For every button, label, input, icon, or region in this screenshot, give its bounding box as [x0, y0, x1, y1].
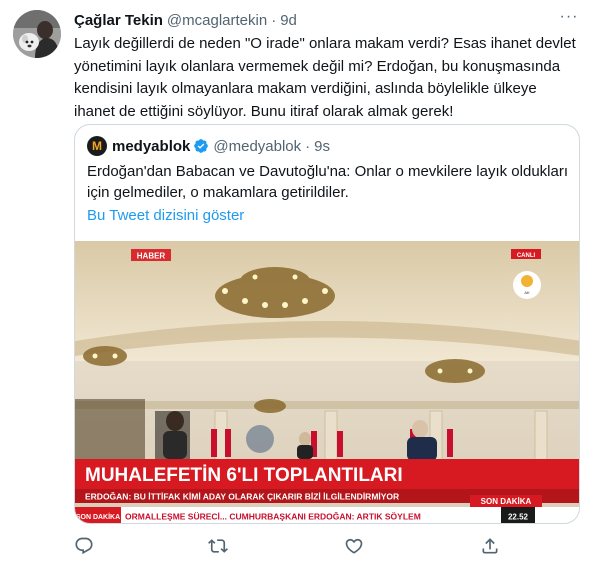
tweet-actions [74, 536, 504, 556]
tweet-header: Çağlar Tekin @mcaglartekin · 9d [74, 10, 297, 30]
reply-button[interactable] [74, 536, 94, 556]
heart-icon [345, 538, 363, 554]
quoted-tweet-header: M medyablok @medyablok · 9s [87, 136, 330, 156]
party-logo-icon: AK [524, 290, 530, 295]
share-button[interactable] [480, 536, 500, 556]
tweet-text: Layık değillerdi de neden "O irade" onla… [74, 35, 576, 120]
news-ticker: ORMALLEŞME SÜRECİ... CUMHURBAŞKANI ERDOĞ… [125, 511, 421, 522]
quoted-author-handle: @medyablok [213, 137, 302, 155]
reply-icon [75, 537, 93, 555]
news-headline: MUHALEFETİN 6'LI TOPLANTILARI [85, 465, 403, 486]
quoted-tweet[interactable]: M medyablok @medyablok · 9s Erdoğan'dan … [74, 124, 580, 524]
news-subheadline: ERDOĞAN: BU İTTİFAK KİMİ ADAY OLARAK ÇIK… [85, 491, 399, 502]
verified-badge-icon [194, 139, 209, 153]
like-button[interactable] [344, 536, 364, 556]
channel-badge: HABER [137, 252, 166, 261]
quoted-tweet-text: Erdoğan'dan Babacan ve Davutoğlu'na: Onl… [87, 163, 569, 201]
author-name[interactable]: Çağlar Tekin [74, 12, 163, 29]
avatar[interactable] [13, 10, 61, 58]
ticker-tag: SON DAKİKA [76, 513, 120, 521]
broadcast-clock: 22.52 [508, 513, 529, 522]
quoted-tweet-time: 9s [314, 137, 330, 155]
more-icon[interactable]: ··· [559, 9, 579, 30]
share-icon [482, 538, 498, 554]
show-thread-link[interactable]: Bu Tweet dizisini göster [87, 207, 244, 224]
separator-dot: · [271, 11, 277, 29]
retweet-button[interactable] [208, 536, 228, 556]
quoted-author-name: medyablok [112, 137, 191, 155]
live-badge: CANLI [517, 253, 536, 259]
news-broadcast-image: AK HABER CANLI MUHALEFETİN 6'LI TOPLANTI… [75, 241, 579, 523]
tweet[interactable]: Çağlar Tekin @mcaglartekin · 9d ··· Layı… [0, 0, 593, 563]
medyablok-logo-icon: M [87, 136, 107, 156]
video-thumbnail[interactable]: AK HABER CANLI MUHALEFETİN 6'LI TOPLANTI… [75, 241, 579, 523]
author-handle[interactable]: @mcaglartekin [167, 12, 267, 29]
avatar-photo [13, 10, 61, 58]
quoted-separator-dot: · [305, 137, 311, 155]
breaking-news-tag: SON DAKİKA [481, 497, 532, 506]
tweet-time[interactable]: 9d [280, 12, 297, 29]
retweet-icon [208, 539, 228, 553]
